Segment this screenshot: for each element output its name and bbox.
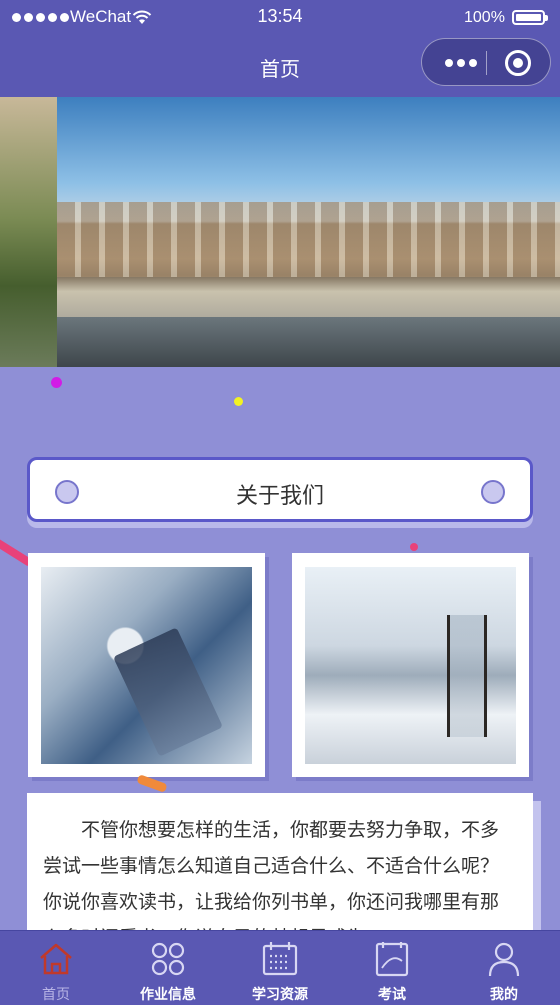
tab-home[interactable]: 首页: [0, 931, 112, 1005]
capsule-divider: [486, 51, 487, 75]
tab-resources[interactable]: 学习资源: [224, 931, 336, 1005]
battery-icon: [512, 10, 548, 25]
banner-carousel[interactable]: [0, 97, 560, 367]
tab-bar: 首页 作业信息 学习资源 考试 我的: [0, 930, 560, 1005]
status-bar: WeChat 13:54 100%: [0, 0, 560, 34]
decor-dot-yellow: [234, 397, 243, 406]
tab-homework-label: 作业信息: [140, 986, 196, 1002]
home-icon: [40, 943, 72, 975]
banner-prev-slide: [0, 97, 57, 367]
image-card-hourglass[interactable]: [292, 553, 529, 777]
intro-paragraph: 不管你想要怎样的生活，你都要去努力争取，不多尝试一些事情怎么知道自己适合什么、不…: [43, 820, 500, 933]
tab-home-label: 首页: [42, 986, 70, 1002]
banner-building: [57, 202, 560, 277]
user-icon: [488, 942, 520, 977]
banner-road: [57, 317, 560, 367]
about-us-title: 关于我们: [235, 483, 324, 508]
image-card-tablet[interactable]: [28, 553, 265, 777]
intro-text-panel: 不管你想要怎样的生活，你都要去努力争取，不多尝试一些事情怎么知道自己适合什么、不…: [27, 793, 533, 933]
apps-icon: [151, 942, 185, 976]
tablet-photo: [41, 567, 252, 764]
battery-percent: 100%: [464, 9, 505, 26]
tab-profile[interactable]: 我的: [448, 931, 560, 1005]
close-button[interactable]: [505, 50, 531, 76]
tab-resources-label: 学习资源: [252, 986, 308, 1002]
tab-homework[interactable]: 作业信息: [112, 931, 224, 1005]
decor-dot-pink: [410, 543, 418, 551]
bead-right-icon: [481, 480, 505, 504]
tab-profile-label: 我的: [490, 986, 518, 1002]
decor-dot-magenta: [51, 377, 62, 388]
about-us-header: 关于我们: [27, 457, 533, 522]
tab-exam[interactable]: 考试: [336, 931, 448, 1005]
calendar-icon: [262, 942, 298, 976]
top-bar: WeChat 13:54 100% 首页: [0, 0, 560, 97]
hourglass-photo: [305, 567, 516, 764]
more-button[interactable]: [436, 51, 486, 75]
exam-icon: [375, 942, 409, 977]
mini-program-capsule: [421, 38, 551, 86]
tab-exam-label: 考试: [378, 986, 406, 1002]
